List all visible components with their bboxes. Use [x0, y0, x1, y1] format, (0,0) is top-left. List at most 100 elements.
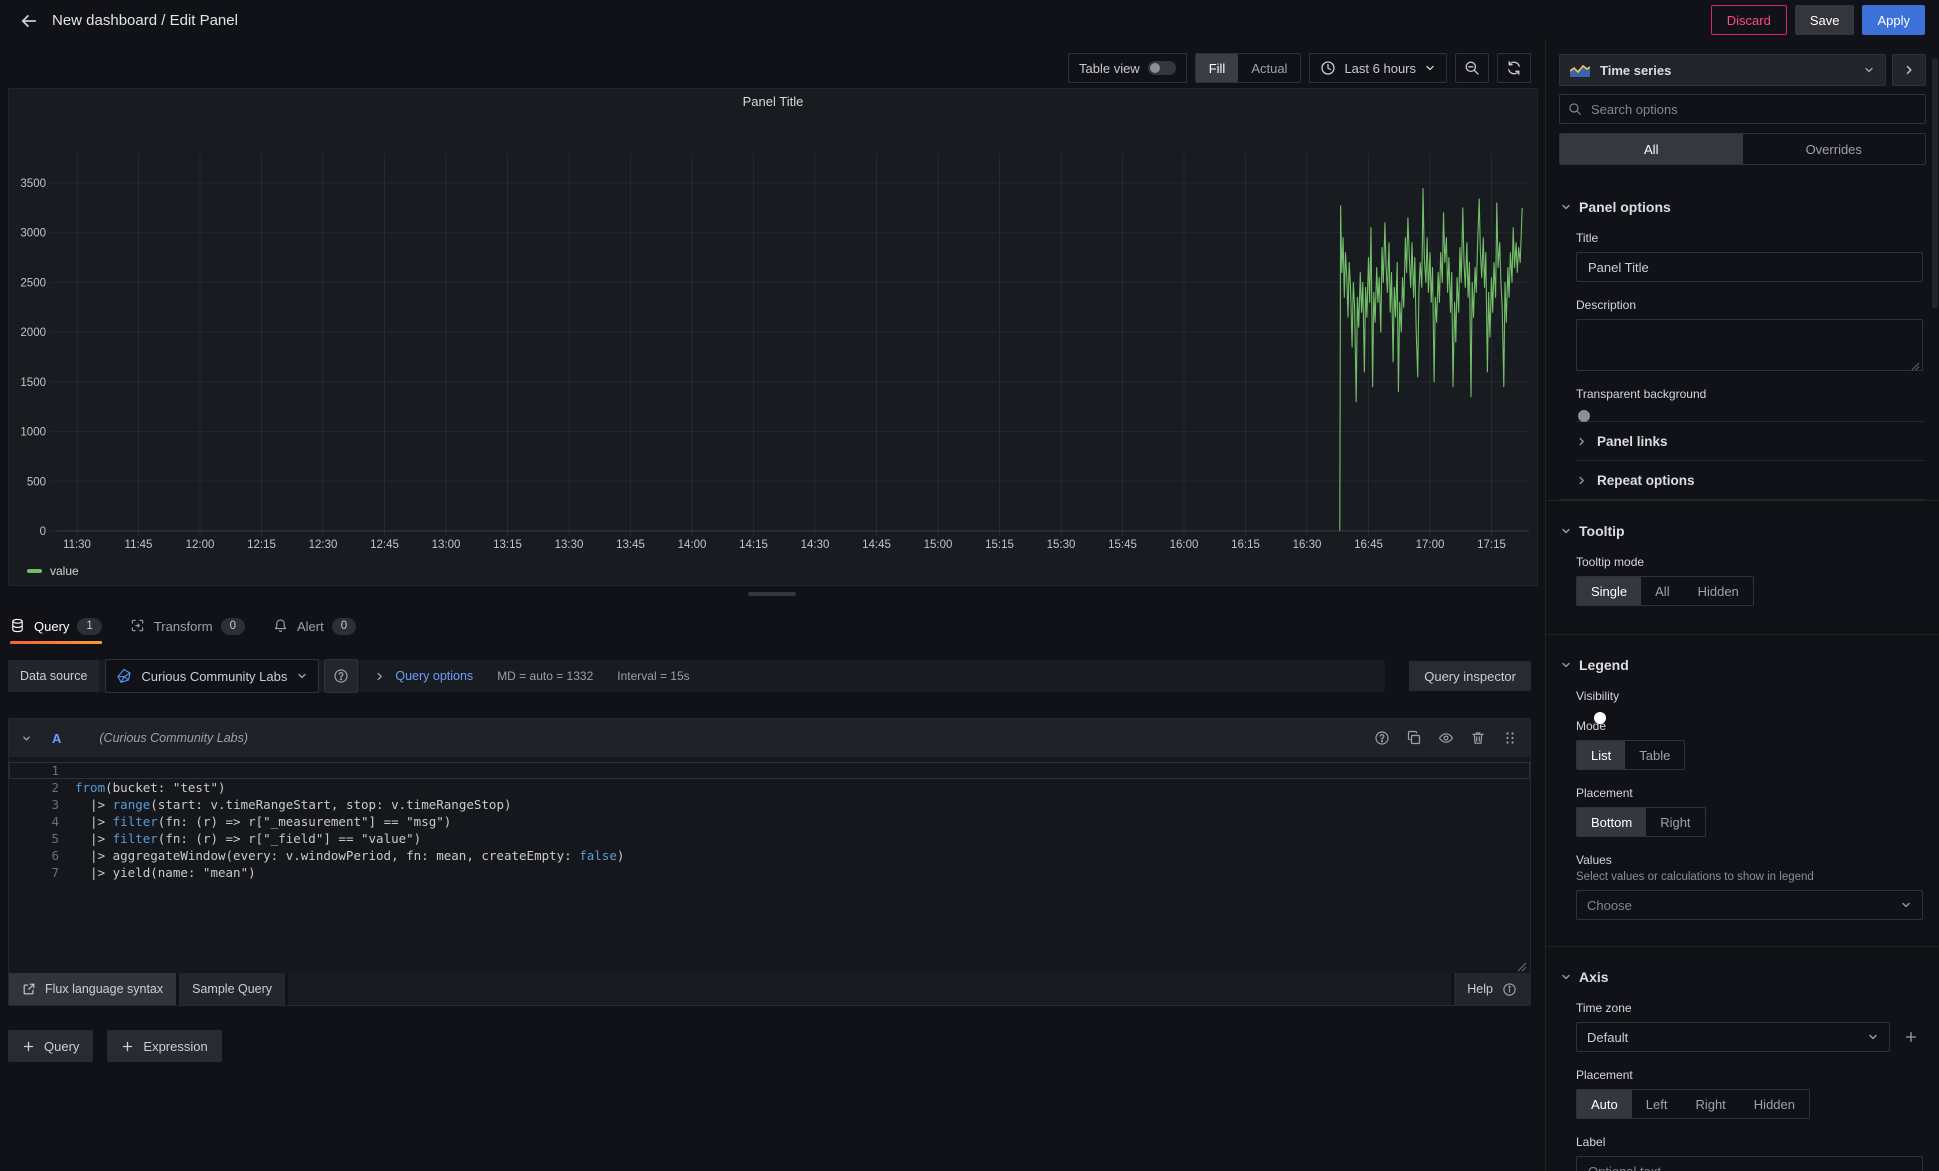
axis-title: Axis — [1579, 969, 1609, 985]
legend-values-placeholder: Choose — [1587, 898, 1632, 913]
refresh-button[interactable] — [1497, 53, 1531, 83]
datasource-picker[interactable]: Curious Community Labs — [105, 659, 319, 693]
options-search-input[interactable] — [1589, 101, 1917, 118]
add-timezone-button[interactable] — [1899, 1025, 1923, 1049]
svg-text:17:15: 17:15 — [1477, 539, 1506, 551]
legend-values-help: Select values or calculations to show in… — [1576, 871, 1923, 883]
chevron-down-icon — [1863, 64, 1875, 76]
datasource-help-button[interactable] — [324, 659, 358, 693]
legend-header[interactable]: Legend — [1560, 657, 1925, 673]
textarea-resize-handle[interactable] — [1911, 359, 1920, 368]
query-help-icon[interactable] — [1374, 730, 1390, 746]
time-range-picker[interactable]: Last 6 hours — [1309, 53, 1447, 83]
panel-links-label: Panel links — [1597, 434, 1668, 449]
timezone-select[interactable]: Default — [1576, 1022, 1890, 1052]
tab-overrides[interactable]: Overrides — [1743, 134, 1926, 164]
legend-placement-right[interactable]: Right — [1646, 808, 1704, 836]
code-line-6[interactable]: 6 |> aggregateWindow(every: v.windowPeri… — [9, 847, 1530, 864]
axis-label-input[interactable] — [1586, 1163, 1913, 1171]
query-inspector-button[interactable]: Query inspector — [1409, 661, 1531, 691]
back-button[interactable] — [14, 6, 42, 34]
tab-alert[interactable]: Alert 0 — [273, 608, 356, 644]
description-textarea[interactable] — [1577, 320, 1922, 370]
chevron-down-icon — [296, 670, 308, 682]
code-line-1[interactable]: 1 — [9, 762, 1530, 779]
axis-placement-auto[interactable]: Auto — [1577, 1090, 1632, 1118]
actual-option[interactable]: Actual — [1238, 54, 1300, 82]
svg-text:12:45: 12:45 — [370, 539, 399, 551]
query-options-toggle[interactable]: Query options MD = auto = 1332 Interval … — [374, 669, 689, 683]
svg-text:0: 0 — [40, 526, 46, 538]
panel-title-input[interactable] — [1586, 259, 1913, 276]
save-button[interactable]: Save — [1795, 5, 1855, 35]
flux-code-editor[interactable]: 12from(bucket: "test")3 |> range(start: … — [9, 757, 1530, 973]
fill-option[interactable]: Fill — [1196, 54, 1239, 82]
axis-placement-hidden[interactable]: Hidden — [1740, 1090, 1809, 1118]
interval-value: Interval = 15s — [617, 669, 689, 683]
svg-text:500: 500 — [27, 476, 46, 488]
plus-icon — [22, 1040, 35, 1053]
add-query-button[interactable]: Query — [8, 1030, 93, 1062]
delete-query-icon[interactable] — [1470, 730, 1486, 746]
repeat-options-section[interactable]: Repeat options — [1576, 460, 1925, 499]
svg-text:13:45: 13:45 — [616, 539, 645, 551]
time-range-label: Last 6 hours — [1344, 61, 1416, 76]
chevron-down-icon[interactable] — [21, 733, 32, 744]
add-expression-button[interactable]: Expression — [107, 1030, 221, 1062]
duplicate-query-icon[interactable] — [1406, 730, 1422, 746]
zoom-out-button[interactable] — [1455, 53, 1489, 83]
axis-header[interactable]: Axis — [1560, 969, 1925, 985]
code-line-3[interactable]: 3 |> range(start: v.timeRangeStart, stop… — [9, 796, 1530, 813]
tooltip-mode-hidden[interactable]: Hidden — [1684, 577, 1753, 605]
flux-syntax-label: Flux language syntax — [45, 982, 163, 996]
code-line-4[interactable]: 4 |> filter(fn: (r) => r["_measurement"]… — [9, 813, 1530, 830]
tab-query[interactable]: Query 1 — [10, 608, 102, 644]
editor-resize-handle[interactable] — [1517, 960, 1527, 970]
panel-options-header[interactable]: Panel options — [1560, 199, 1925, 215]
svg-text:12:00: 12:00 — [186, 539, 215, 551]
legend-values-select[interactable]: Choose — [1576, 890, 1923, 920]
tooltip-header[interactable]: Tooltip — [1560, 523, 1925, 539]
axis-placement-left[interactable]: Left — [1632, 1090, 1682, 1118]
panel-title: Panel Title — [9, 89, 1537, 115]
help-button[interactable]: Help — [1454, 973, 1530, 1005]
database-icon — [10, 618, 26, 634]
axis-placement-right[interactable]: Right — [1681, 1090, 1739, 1118]
sidebar-scrollbar[interactable] — [1932, 58, 1938, 308]
code-line-2[interactable]: 2from(bucket: "test") — [9, 779, 1530, 796]
svg-text:12:30: 12:30 — [309, 539, 338, 551]
tooltip-mode-all[interactable]: All — [1641, 577, 1683, 605]
tooltip-mode-group: Single All Hidden — [1576, 576, 1754, 606]
sample-query-button[interactable]: Sample Query — [179, 973, 285, 1005]
drag-handle-icon[interactable] — [1502, 730, 1518, 746]
apply-button[interactable]: Apply — [1862, 5, 1925, 35]
panel-preview: Panel Title 0500100015002000250030003500… — [8, 88, 1538, 586]
tooltip-mode-single[interactable]: Single — [1577, 577, 1641, 605]
svg-text:16:45: 16:45 — [1354, 539, 1383, 551]
legend-item-value[interactable]: value — [27, 564, 79, 578]
flux-syntax-button[interactable]: Flux language syntax — [9, 973, 176, 1005]
hide-query-icon[interactable] — [1438, 730, 1454, 746]
fill-actual-group: Fill Actual — [1195, 53, 1302, 83]
tab-all[interactable]: All — [1560, 134, 1743, 164]
legend-mode-table[interactable]: Table — [1625, 741, 1684, 769]
code-line-5[interactable]: 5 |> filter(fn: (r) => r["_field"] == "v… — [9, 830, 1530, 847]
panel-resize-handle[interactable] — [748, 592, 796, 596]
table-view-toggle[interactable] — [1148, 61, 1176, 75]
query-editor-header[interactable]: A (Curious Community Labs) — [9, 719, 1530, 757]
panel-links-section[interactable]: Panel links — [1576, 421, 1925, 460]
time-series-chart[interactable]: 050010001500200025003000350011:3011:4512… — [9, 115, 1537, 561]
visualization-picker[interactable]: Time series — [1559, 54, 1886, 86]
discard-button[interactable]: Discard — [1711, 5, 1787, 35]
legend-placement-bottom[interactable]: Bottom — [1577, 808, 1646, 836]
add-actions-row: Query Expression — [8, 1030, 222, 1062]
alert-count-badge: 0 — [332, 618, 356, 635]
bell-icon — [273, 618, 289, 634]
legend-mode-list[interactable]: List — [1577, 741, 1625, 769]
options-search[interactable] — [1559, 94, 1926, 124]
legend-mode-group: List Table — [1576, 740, 1685, 770]
code-line-7[interactable]: 7 |> yield(name: "mean") — [9, 864, 1530, 881]
collapse-options-pane-button[interactable] — [1892, 54, 1926, 86]
svg-text:16:00: 16:00 — [1170, 539, 1199, 551]
tab-transform[interactable]: Transform 0 — [130, 608, 245, 644]
